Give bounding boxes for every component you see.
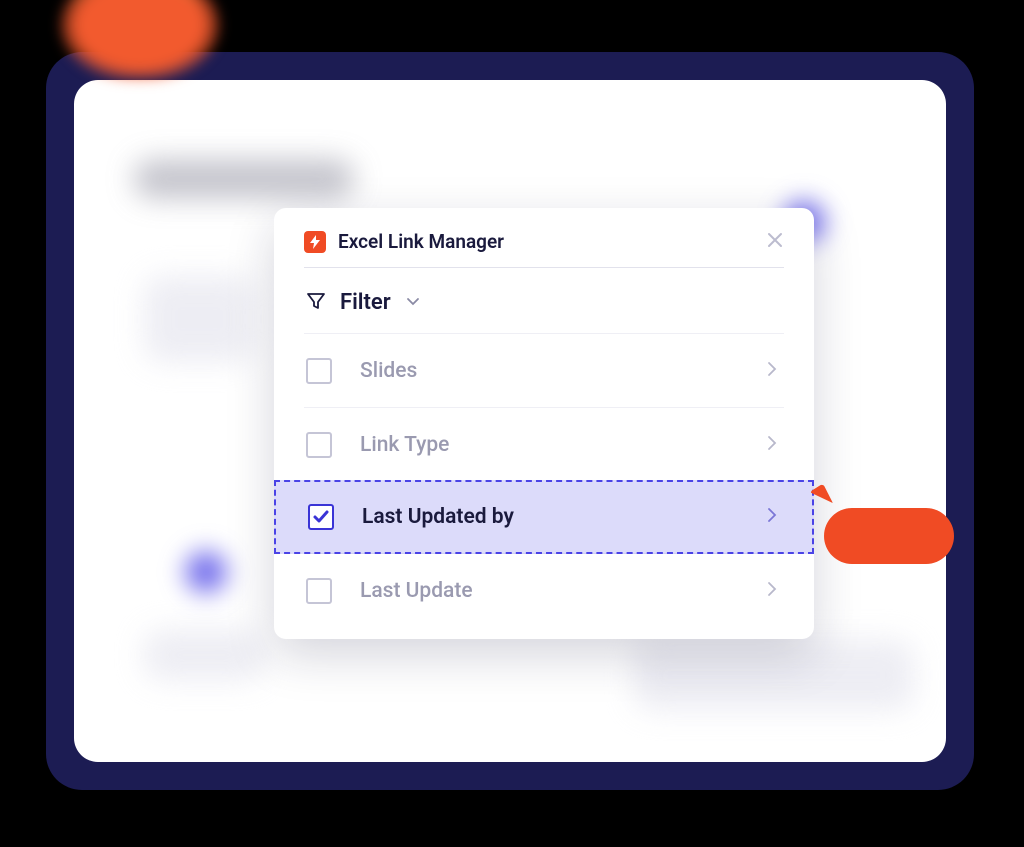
option-label: Last Updated by (362, 505, 738, 529)
decorative-pill (824, 508, 954, 564)
option-label: Slides (360, 359, 738, 383)
filter-panel: Excel Link Manager Filter Slides (274, 208, 814, 639)
checkbox[interactable] (306, 432, 332, 458)
background-ghost (634, 640, 914, 710)
funnel-icon (306, 291, 326, 315)
chevron-right-icon (766, 580, 778, 602)
checkbox[interactable] (306, 578, 332, 604)
chevron-right-icon (766, 434, 778, 456)
background-ghost (134, 160, 354, 198)
background-ghost (144, 630, 264, 680)
close-icon[interactable] (766, 231, 784, 253)
chevron-right-icon (766, 506, 778, 528)
option-label: Link Type (360, 433, 738, 457)
chevron-down-icon (405, 293, 421, 313)
panel-title: Excel Link Manager (338, 230, 766, 253)
app-bolt-icon (304, 231, 326, 253)
filter-option-link-type[interactable]: Link Type (304, 407, 784, 481)
filter-label: Filter (340, 290, 391, 315)
filter-option-list: Slides Link Type Last Upda (304, 333, 784, 627)
filter-option-last-update[interactable]: Last Update (304, 553, 784, 627)
filter-option-slides[interactable]: Slides (304, 333, 784, 407)
panel-header: Excel Link Manager (304, 230, 784, 268)
background-ghost (144, 276, 254, 362)
option-label: Last Update (360, 579, 738, 603)
outer-frame: Excel Link Manager Filter Slides (46, 52, 974, 790)
chevron-right-icon (766, 360, 778, 382)
filter-option-last-updated-by[interactable]: Last Updated by (274, 480, 814, 554)
filter-dropdown-toggle[interactable]: Filter (304, 268, 784, 333)
background-blob (174, 540, 238, 604)
checkbox[interactable] (306, 358, 332, 384)
inner-frame: Excel Link Manager Filter Slides (74, 80, 946, 762)
checkbox-checked[interactable] (308, 504, 334, 530)
